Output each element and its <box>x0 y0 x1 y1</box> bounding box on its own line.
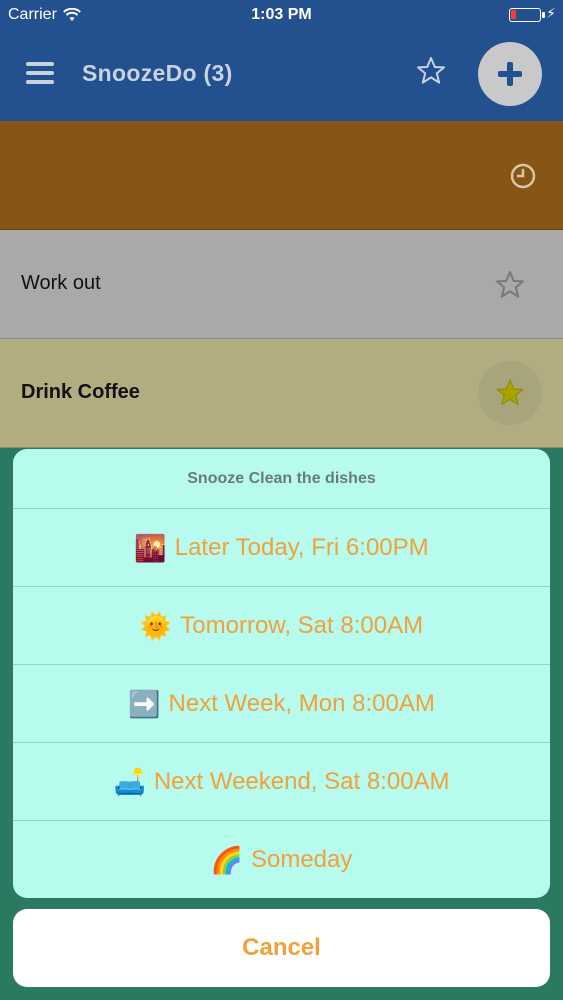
cancel-button[interactable]: Cancel <box>13 909 550 987</box>
snooze-next-weekend-option[interactable]: 🛋️ Next Weekend, Sat 8:00AM <box>13 743 550 821</box>
nav-bar: SnoozeDo (3) <box>0 32 563 121</box>
option-label: Someday <box>250 846 353 873</box>
sun-icon: 🌞 <box>139 610 173 641</box>
option-label: Next Week, Mon 8:00AM <box>168 689 435 717</box>
status-bar: Carrier 1:03 PM ⚡ <box>0 0 563 32</box>
arrow-right-icon: ➡️ <box>128 688 161 719</box>
hamburger-icon[interactable] <box>26 62 54 84</box>
favorite-toggle[interactable] <box>478 361 542 425</box>
couch-icon: 🛋️ <box>113 766 146 797</box>
rainbow-icon: 🌈 <box>210 845 243 875</box>
charging-icon: ⚡ <box>546 5 556 21</box>
snooze-tomorrow-option[interactable]: 🌞 Tomorrow, Sat 8:00AM <box>13 587 550 665</box>
battery-icon <box>509 8 545 22</box>
task-row[interactable] <box>0 121 563 230</box>
star-filled-icon <box>496 379 524 406</box>
star-outline-icon[interactable] <box>415 55 447 87</box>
snooze-next-week-option[interactable]: ➡️ Next Week, Mon 8:00AM <box>13 665 550 743</box>
sunset-icon: 🌇 <box>134 532 167 563</box>
task-label: Work out <box>21 272 101 294</box>
snooze-action-sheet: Snooze Clean the dishes 🌇 Later Today, F… <box>13 449 550 898</box>
option-label: Tomorrow, Sat 8:00AM <box>180 611 424 639</box>
task-label: Drink Coffee <box>21 381 140 403</box>
snooze-later-today-option[interactable]: 🌇 Later Today, Fri 6:00PM <box>13 509 550 587</box>
snooze-someday-option[interactable]: 🌈 Someday <box>13 821 550 898</box>
clock-time: 1:03 PM <box>251 6 312 23</box>
clock-icon[interactable] <box>509 162 537 190</box>
sheet-title: Snooze Clean the dishes <box>13 449 550 509</box>
task-row[interactable]: Drink Coffee <box>0 339 563 448</box>
option-label: Next Weekend, Sat 8:00AM <box>153 767 450 795</box>
task-row[interactable]: Work out <box>0 230 563 339</box>
add-task-button[interactable] <box>478 42 542 106</box>
option-label: Later Today, Fri 6:00PM <box>174 533 429 561</box>
page-title: SnoozeDo (3) <box>82 60 233 86</box>
star-outline-icon[interactable] <box>494 269 526 301</box>
